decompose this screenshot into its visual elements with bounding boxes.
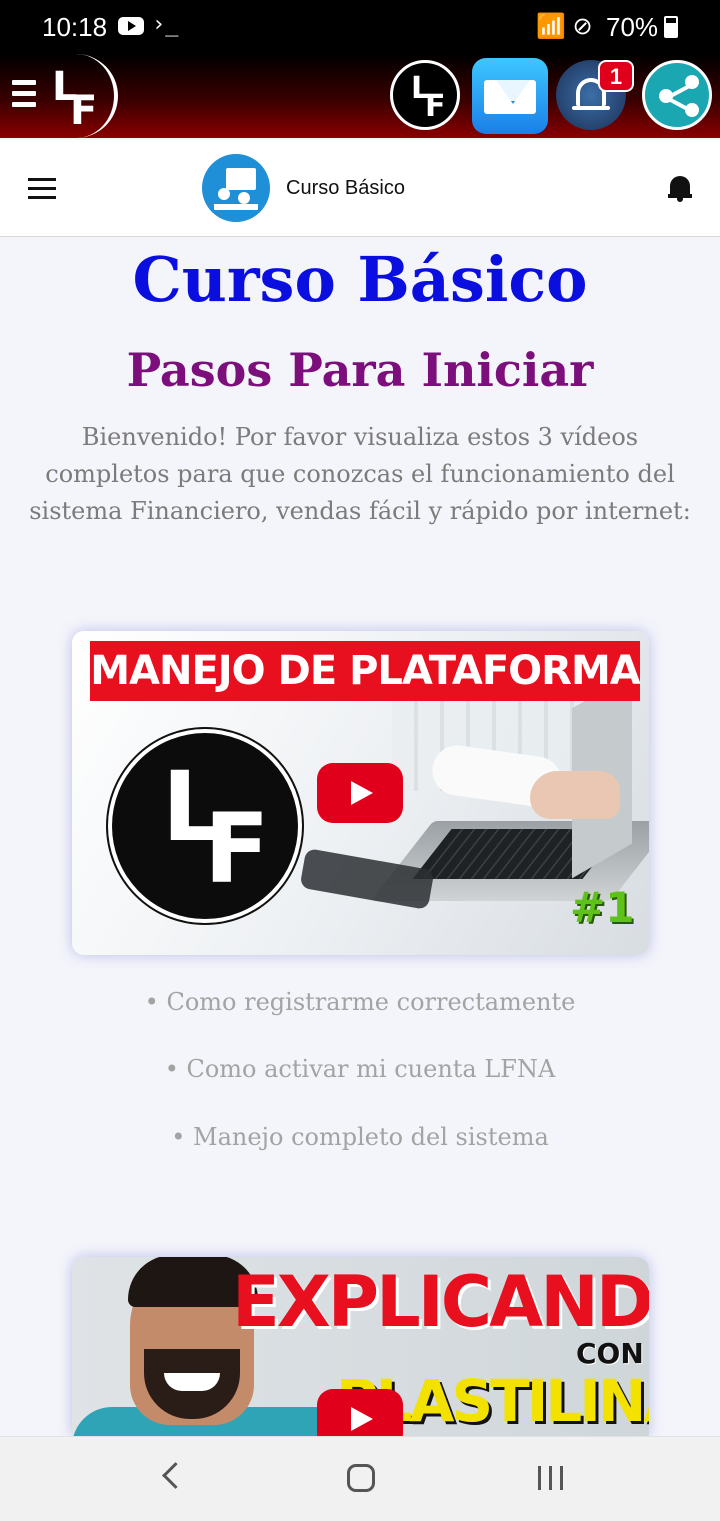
section-title: Pasos Para Iniciar	[126, 343, 594, 397]
battery-icon	[664, 16, 678, 38]
video-thumbnail-2[interactable]: EXPLICANDO CON PLASTILINA	[72, 1257, 649, 1436]
battery-percentage: 70%	[606, 12, 659, 42]
home-icon[interactable]	[347, 1464, 375, 1492]
play-button-icon[interactable]	[317, 763, 403, 823]
lf-profile-button[interactable]: L F	[390, 60, 460, 130]
terminal-notification-icon: ›_	[152, 12, 179, 37]
topic-item: • Como registrarme correctamente	[144, 988, 576, 1016]
video-1-banner: MANEJO DE PLATAFORMA	[90, 641, 641, 701]
site-logo[interactable]: L F	[44, 54, 118, 138]
notification-badge: 1	[598, 60, 634, 92]
site-header: L F L F 1	[0, 54, 720, 138]
youtube-notification-icon	[118, 17, 144, 35]
wifi-dnd-icons: 📶 ⊘	[536, 13, 593, 40]
topic-item: • Manejo completo del sistema	[171, 1123, 549, 1151]
video-1-number: #1	[570, 883, 635, 932]
share-icon[interactable]	[642, 60, 712, 130]
app-bar-title: Curso Básico	[286, 177, 405, 199]
play-button-icon[interactable]	[317, 1389, 403, 1436]
app-bar: Curso Básico	[0, 140, 720, 237]
video-2-title-line1: EXPLICANDO	[232, 1261, 649, 1343]
hamburger-menu-icon[interactable]	[28, 178, 56, 205]
status-bar: 10:18 ›_ 📶 ⊘ 70%	[0, 0, 720, 54]
page-title: Curso Básico	[132, 243, 588, 316]
app-bell-icon[interactable]	[668, 174, 692, 202]
lf-logo-badge: L F	[108, 729, 302, 923]
recent-apps-icon[interactable]	[538, 1466, 564, 1490]
status-time: 10:18	[42, 12, 108, 42]
topic-item: • Como activar mi cuenta LFNA	[164, 1055, 556, 1083]
mail-icon[interactable]	[472, 58, 548, 134]
video-thumbnail-1[interactable]: MANEJO DE PLATAFORMA L F #1	[72, 631, 649, 955]
course-classroom-icon	[202, 154, 270, 222]
video-2-title-line2: CON	[576, 1337, 644, 1370]
intro-text: Bienvenido! Por favor visualiza estos 3 …	[29, 423, 691, 525]
site-menu-icon[interactable]	[12, 80, 36, 113]
